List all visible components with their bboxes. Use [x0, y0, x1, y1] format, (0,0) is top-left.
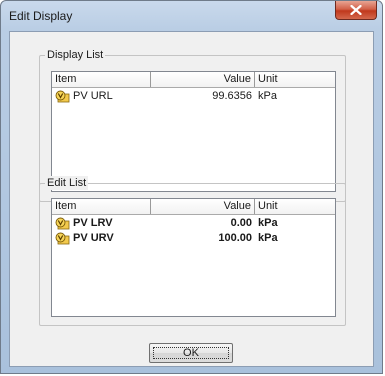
list-item[interactable]: PV URL 99.6356 kPa [52, 89, 335, 103]
display-list-title: Display List [45, 48, 106, 62]
ok-button[interactable]: OK [149, 343, 233, 363]
focus-rectangle [153, 347, 229, 359]
close-button[interactable] [335, 1, 377, 20]
window-title: Edit Display [9, 9, 73, 23]
display-list-view[interactable]: Item Value Unit PV URL 99.6356 kPa [51, 71, 336, 192]
display-list-header: Item Value Unit [52, 72, 335, 88]
column-header-item[interactable]: Item [52, 72, 151, 87]
edit-display-window: Edit Display Display List Item Value Uni… [0, 0, 383, 374]
edit-item-unit: kPa [258, 232, 278, 244]
list-item[interactable]: PV LRV 0.00 kPa [52, 216, 335, 230]
close-icon [350, 5, 362, 15]
column-header-value[interactable]: Value [151, 199, 255, 214]
edit-list-header: Item Value Unit [52, 199, 335, 215]
display-item-unit: kPa [258, 90, 277, 102]
parameter-icon [55, 217, 70, 230]
edit-item-name: PV URV [73, 232, 114, 244]
edit-item-name: PV LRV [73, 217, 113, 229]
edit-list-title: Edit List [45, 176, 89, 190]
display-item-value: 99.6356 [212, 90, 252, 102]
column-header-unit[interactable]: Unit [255, 72, 335, 87]
list-item[interactable]: PV URV 100.00 kPa [52, 231, 335, 245]
title-bar[interactable]: Edit Display [1, 1, 382, 31]
parameter-icon [55, 90, 70, 103]
edit-item-value: 100.00 [218, 232, 252, 244]
display-item-name: PV URL [73, 90, 113, 102]
column-header-item[interactable]: Item [52, 199, 151, 214]
edit-item-unit: kPa [258, 217, 278, 229]
edit-list-view[interactable]: Item Value Unit PV LRV 0.00 kPa PV URV 1… [51, 198, 336, 317]
edit-list-group: Edit List Item Value Unit PV LRV 0.00 kP… [39, 176, 346, 326]
parameter-icon [55, 232, 70, 245]
edit-item-value: 0.00 [230, 217, 252, 229]
dialog-client-area: Display List Item Value Unit PV URL 99.6… [9, 31, 374, 367]
column-header-value[interactable]: Value [151, 72, 255, 87]
column-header-unit[interactable]: Unit [255, 199, 335, 214]
